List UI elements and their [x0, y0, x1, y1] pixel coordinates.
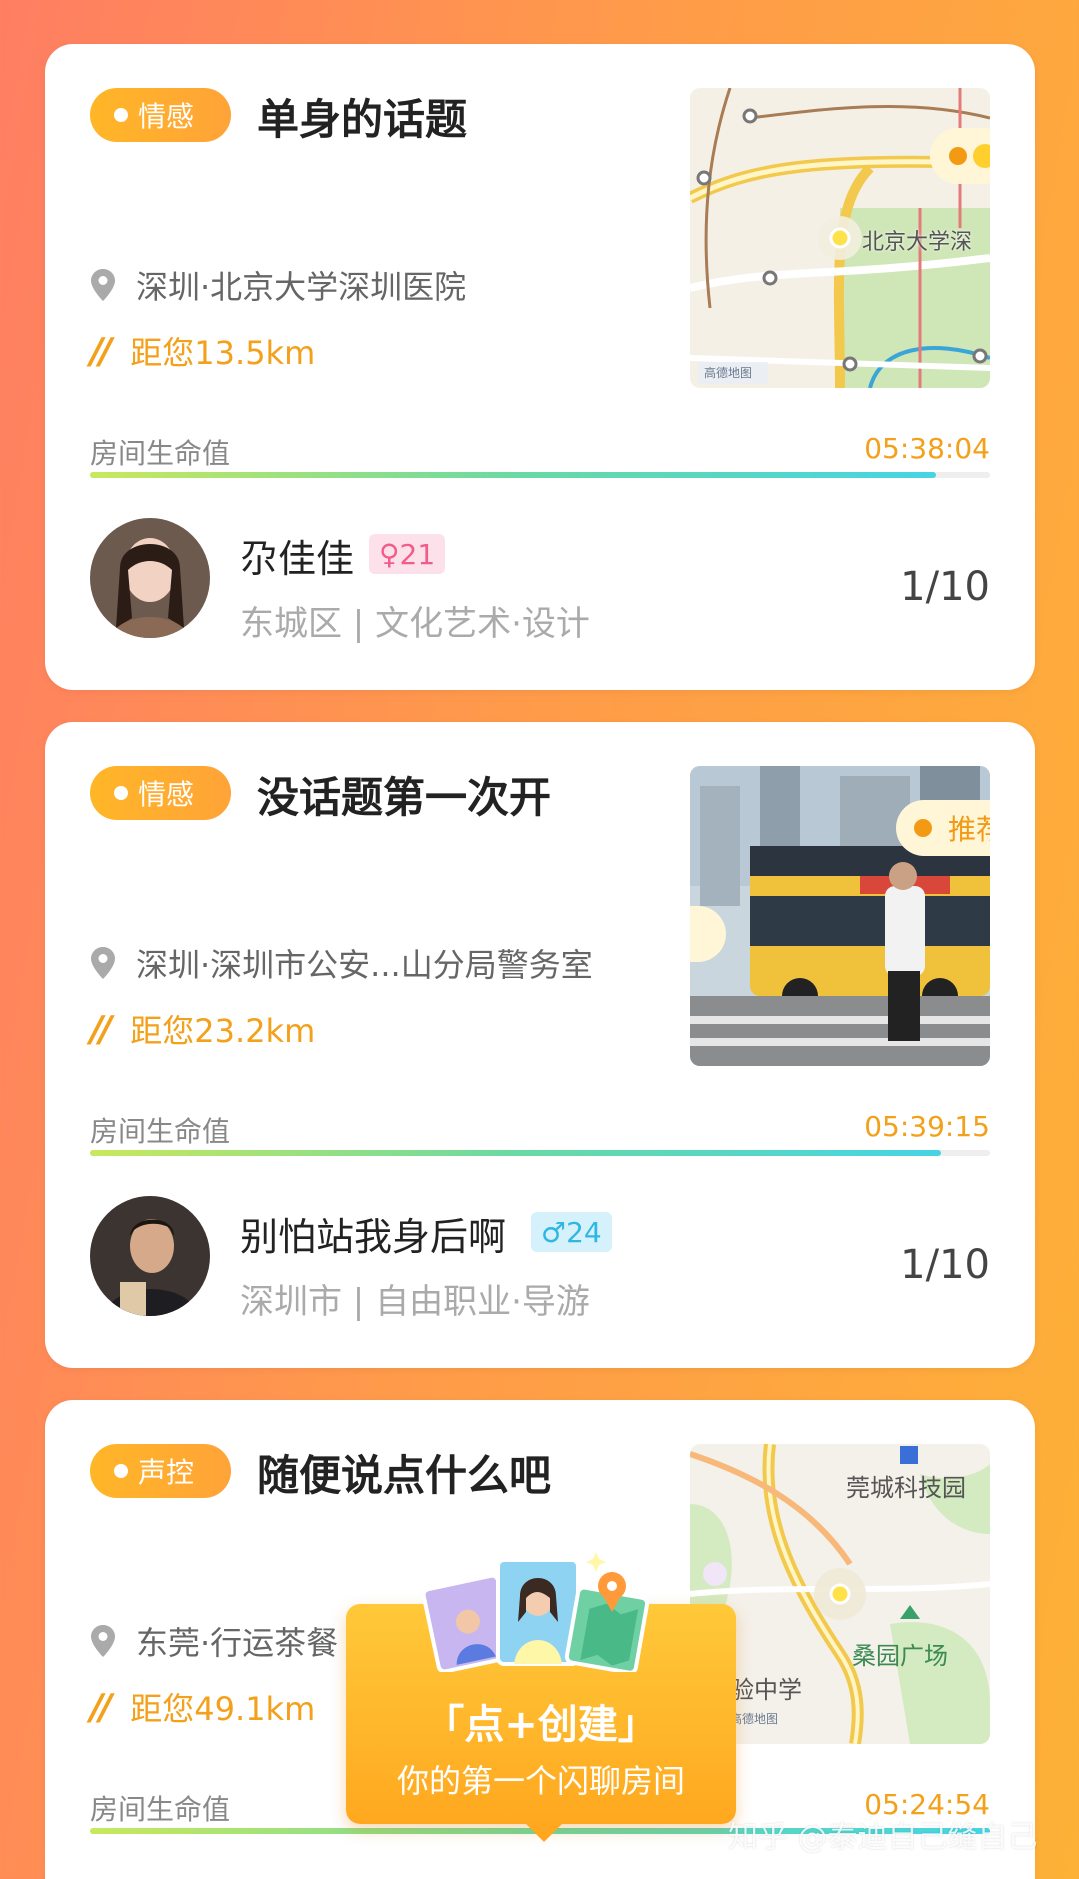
- map-place-label: 验中学: [730, 1676, 802, 1704]
- recommend-pill: 推荐: [896, 800, 990, 856]
- tooltip-title: 「点+创建」: [424, 1702, 658, 1748]
- distance-text: 距您13.5km: [130, 334, 316, 372]
- tag-dot-icon: [114, 1464, 128, 1478]
- member-count: 1/10: [900, 1242, 990, 1288]
- gender-age-text: ♀21: [379, 537, 436, 571]
- avatar[interactable]: [90, 518, 210, 638]
- location-pin-icon: [91, 947, 115, 979]
- tag-label: 情感: [138, 778, 195, 811]
- distance-text: 距您23.2km: [130, 1012, 316, 1050]
- recommend-dot-icon: [914, 819, 932, 837]
- tag-dot-icon: [114, 786, 128, 800]
- location-pin-icon: [91, 269, 115, 301]
- user-photo: [90, 518, 210, 638]
- location-row: 深圳·深圳市公安...山分局警务室: [90, 940, 593, 986]
- map-logo: 高德地图: [730, 1712, 779, 1726]
- map-place-label: 莞城科技园: [846, 1474, 966, 1502]
- user-info: 东城区 | 文化艺术·设计: [240, 604, 590, 644]
- gender-age-badge: ♀21: [369, 534, 446, 574]
- distance-slash-icon: //: [90, 1686, 112, 1728]
- distance-slash-icon: //: [90, 1008, 112, 1050]
- room-card[interactable]: 情感 单身的话题 北京大学深 高德地图 深圳·北京大学深圳医院 // 距您13.…: [45, 44, 1035, 690]
- user-photo: [90, 1196, 210, 1316]
- life-countdown: 05:38:04: [864, 432, 990, 465]
- tag-label: 情感: [138, 100, 195, 133]
- avatar[interactable]: [90, 1196, 210, 1316]
- life-progress-bar: [90, 1150, 990, 1156]
- life-label: 房间生命值: [90, 1793, 231, 1826]
- user-name: 别怕站我身后啊: [240, 1215, 507, 1259]
- create-room-tooltip[interactable]: 「点+创建」 你的第一个闪聊房间: [346, 1552, 736, 1842]
- map-place-label: 桑园广场: [852, 1642, 948, 1670]
- map-place-label: 北京大学深: [862, 230, 973, 255]
- create-room-illustration-icon: [417, 1552, 650, 1672]
- distance-row: // 距您49.1km: [90, 1684, 315, 1730]
- tag-dot-icon: [114, 108, 128, 122]
- recommend-label: 推荐: [948, 813, 990, 846]
- room-card[interactable]: 情感 没话题第一次开 推荐 深圳·深圳市公安...山分局警务室: [45, 722, 1035, 1368]
- location-row: 深圳·北京大学深圳医院: [90, 262, 466, 308]
- life-progress-fill: [90, 472, 936, 478]
- room-title: 没话题第一次开: [257, 773, 552, 822]
- distance-row: // 距您13.5km: [90, 328, 315, 374]
- location-text: 东莞·行运茶餐: [136, 1624, 339, 1662]
- room-title: 随便说点什么吧: [257, 1451, 552, 1500]
- user-name: 尕佳佳: [240, 537, 355, 581]
- distance-text: 距您49.1km: [130, 1690, 316, 1728]
- category-tag: 情感: [90, 766, 231, 820]
- life-label: 房间生命值: [90, 1115, 231, 1148]
- tag-label: 声控: [138, 1456, 195, 1489]
- location-text: 深圳·深圳市公安...山分局警务室: [136, 946, 593, 984]
- room-title: 单身的话题: [257, 95, 468, 144]
- category-tag: 声控: [90, 1444, 231, 1498]
- room-map-thumbnail[interactable]: 北京大学深 高德地图: [690, 88, 990, 388]
- map-logo: 高德地图: [704, 366, 753, 380]
- life-countdown: 05:39:15: [864, 1110, 990, 1143]
- life-progress-bar: [90, 472, 990, 478]
- category-tag: 情感: [90, 88, 231, 142]
- member-count: 1/10: [900, 564, 990, 610]
- distance-slash-icon: //: [90, 330, 112, 372]
- location-row: 东莞·行运茶餐: [90, 1618, 338, 1664]
- watermark: 知乎 @泰迪自己缝自己: [728, 1820, 1038, 1855]
- distance-row: // 距您23.2km: [90, 1006, 315, 1052]
- location-text: 深圳·北京大学深圳医院: [136, 268, 467, 306]
- tooltip-subtitle: 你的第一个闪聊房间: [396, 1762, 685, 1800]
- user-info: 深圳市 | 自由职业·导游: [240, 1282, 590, 1322]
- room-photo-thumbnail[interactable]: 推荐: [690, 766, 990, 1066]
- life-label: 房间生命值: [90, 437, 231, 470]
- life-progress-fill: [90, 1150, 941, 1156]
- gender-age-badge: ♂24: [531, 1212, 612, 1252]
- location-pin-icon: [91, 1625, 115, 1657]
- gender-age-text: ♂24: [541, 1215, 602, 1249]
